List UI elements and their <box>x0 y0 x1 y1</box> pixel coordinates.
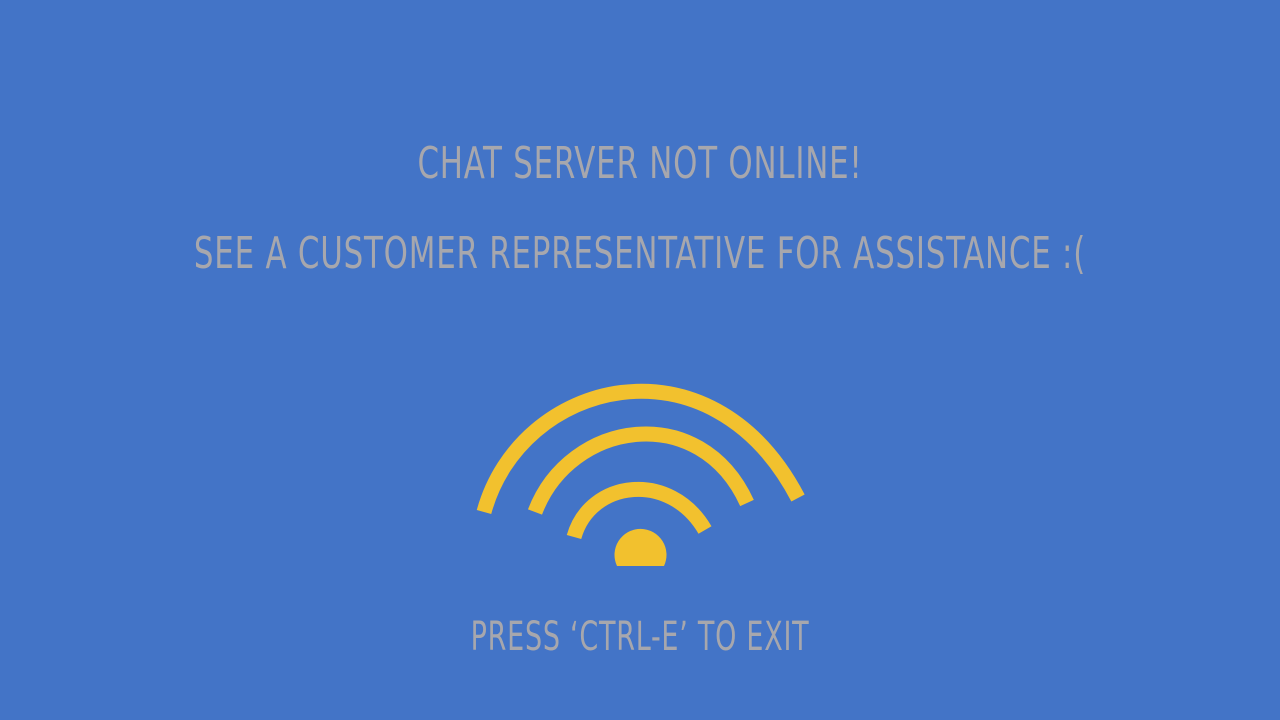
exit-hint: Press ‘Ctrl-E’ to exit <box>470 614 810 660</box>
wifi-signal-icon <box>476 383 805 566</box>
error-subtitle: See a customer representative for assist… <box>193 228 1087 279</box>
offline-screen: Chat Server not online! See a customer r… <box>0 0 1280 720</box>
wifi-dot <box>614 528 667 566</box>
wifi-middle-arc <box>527 426 754 515</box>
error-title: Chat Server not online! <box>417 138 863 189</box>
